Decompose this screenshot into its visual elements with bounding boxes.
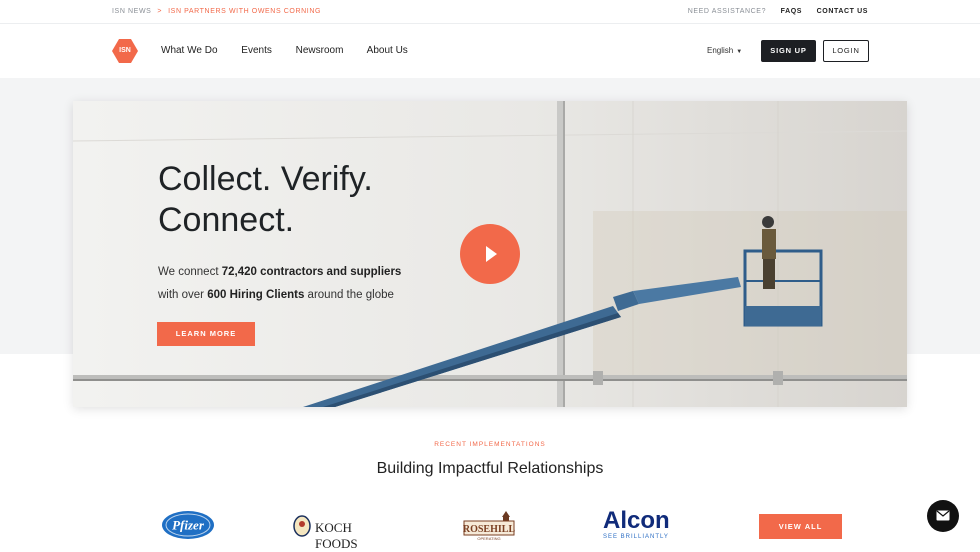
subtext-1-prefix: We connect	[158, 266, 222, 278]
caret-down-icon: ▼	[736, 49, 743, 55]
hero-banner: Collect. Verify. Connect. We connect 72,…	[73, 101, 907, 407]
section-title: Building Impactful Relationships	[376, 460, 604, 477]
language-selector[interactable]: English ▼	[707, 46, 742, 55]
contact-us-link[interactable]: CONTACT US	[817, 8, 868, 15]
nav-item-about-us[interactable]: About Us	[367, 45, 408, 56]
rosehill-logo-text: ROSEHILL	[463, 524, 516, 535]
logo-text: ISN	[119, 47, 131, 54]
play-video-icon[interactable]	[460, 224, 520, 284]
contractor-count: 72,420 contractors and suppliers	[221, 266, 402, 278]
section-eyebrow: RECENT IMPLEMENTATIONS	[434, 441, 546, 448]
pfizer-logo-text: Pfizer	[172, 518, 205, 533]
pfizer-logo[interactable]: Pfizer	[160, 509, 216, 541]
envelope-icon	[936, 510, 950, 521]
nav-item-what-we-do[interactable]: What We Do	[161, 45, 218, 56]
alcon-logo[interactable]: Alcon SEE BRILLIANTLY	[600, 507, 680, 543]
news-label: ISN NEWS	[112, 8, 152, 15]
primary-menu: What We Do Events Newsroom About Us	[161, 45, 429, 56]
alcon-tagline: SEE BRILLIANTLY	[603, 534, 669, 540]
learn-more-button[interactable]: LEARN MORE	[157, 322, 255, 346]
language-label: English	[707, 46, 734, 55]
view-all-button[interactable]: VIEW ALL	[759, 514, 842, 539]
nav-item-newsroom[interactable]: Newsroom	[296, 45, 344, 56]
news-ticker: ISN NEWS > ISN PARTNERS WITH OWENS CORNING	[112, 8, 321, 15]
hiring-client-count: 600 Hiring Clients	[207, 289, 305, 301]
alcon-name: Alcon	[603, 507, 670, 534]
sign-up-button[interactable]: SIGN UP	[761, 40, 816, 62]
koch-foods-text: KOCH FOODS	[315, 520, 358, 551]
hero-headline: Collect. Verify. Connect.	[158, 159, 373, 241]
hero-subtext: We connect 72,420 contractors and suppli…	[158, 261, 401, 307]
main-nav: ISN What We Do Events Newsroom About Us …	[0, 24, 980, 78]
pfizer-oval-icon: Pfizer	[162, 511, 214, 539]
subtext-2-suffix: around the globe	[304, 289, 394, 301]
news-separator: >	[157, 8, 163, 15]
rosehill-building-icon: ROSEHILL OPERATING	[463, 511, 516, 541]
headline-line-2: Connect.	[158, 201, 295, 239]
koch-crest-icon	[293, 515, 311, 537]
rosehill-logo[interactable]: ROSEHILL OPERATING	[462, 511, 516, 541]
utility-links: NEED ASSISTANCE? FAQS CONTACT US	[676, 8, 868, 15]
utility-bar: ISN NEWS > ISN PARTNERS WITH OWENS CORNING…	[0, 0, 980, 24]
subtext-line-2: with over 600 Hiring Clients around the …	[158, 284, 401, 307]
subtext-2-prefix: with over	[158, 289, 208, 301]
subtext-line-1: We connect 72,420 contractors and suppli…	[158, 261, 401, 284]
headline-line-1: Collect. Verify.	[158, 160, 373, 198]
need-assistance-link[interactable]: NEED ASSISTANCE?	[688, 8, 766, 15]
news-link[interactable]: ISN PARTNERS WITH OWENS CORNING	[168, 8, 321, 15]
login-button[interactable]: LOGIN	[823, 40, 869, 62]
rosehill-sub-text: OPERATING	[477, 536, 500, 541]
faqs-link[interactable]: FAQS	[781, 8, 802, 15]
nav-item-events[interactable]: Events	[241, 45, 272, 56]
koch-foods-logo[interactable]: KOCH FOODS	[293, 515, 385, 551]
isn-logo[interactable]: ISN	[112, 39, 138, 63]
chat-button[interactable]	[927, 500, 959, 532]
